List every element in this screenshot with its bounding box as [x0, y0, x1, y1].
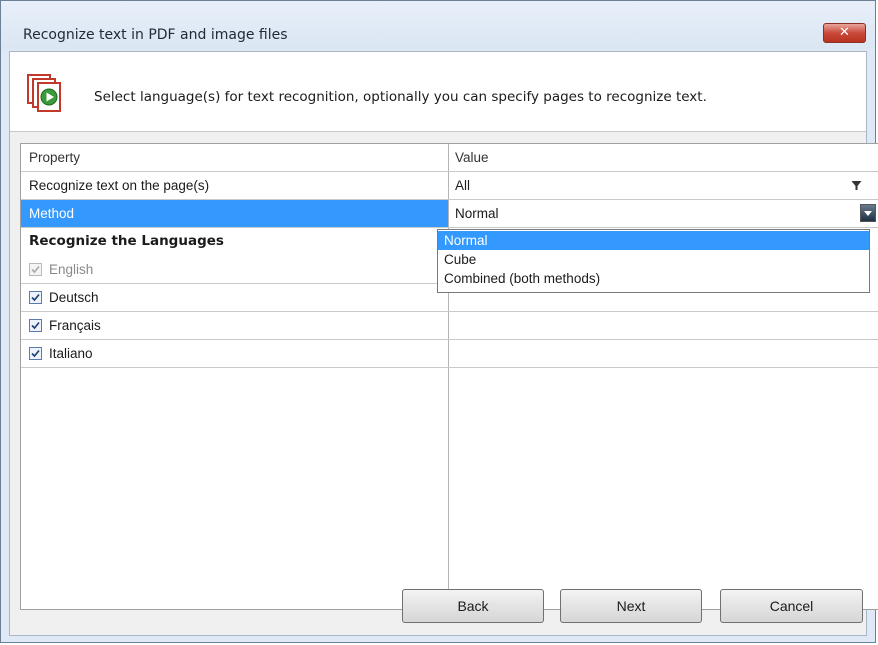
pages-label: Recognize text on the page(s) [29, 178, 210, 193]
method-dropdown-button[interactable] [860, 204, 876, 222]
chevron-down-icon [864, 211, 872, 216]
checkmark-icon [31, 349, 40, 358]
checkmark-icon [31, 321, 40, 330]
recognize-text-dialog: Recognize text in PDF and image files ✕ … [0, 0, 878, 643]
deutsch-label: Deutsch [49, 290, 99, 305]
title-bar: Recognize text in PDF and image files ✕ [1, 1, 875, 49]
language-row-italiano[interactable]: Italiano [21, 340, 878, 368]
language-row-english: English [21, 256, 449, 284]
method-option-combined[interactable]: Combined (both methods) [438, 269, 869, 288]
method-option-cube[interactable]: Cube [438, 250, 869, 269]
checkmark-icon [31, 293, 40, 302]
next-button[interactable]: Next [560, 589, 702, 623]
method-value[interactable]: Normal [455, 200, 855, 227]
languages-heading: Recognize the Languages [29, 233, 224, 249]
column-header-property: Property [29, 150, 81, 165]
back-button[interactable]: Back [402, 589, 544, 623]
language-row-francais[interactable]: Français [21, 312, 878, 340]
property-grid: Property Value Recognize text on the pag… [20, 143, 878, 610]
italiano-label: Italiano [49, 346, 93, 361]
deutsch-checkbox[interactable] [29, 291, 42, 304]
pages-value[interactable]: All [455, 172, 870, 199]
instruction-text: Select language(s) for text recognition,… [94, 89, 707, 105]
close-button[interactable]: ✕ [823, 23, 866, 43]
pages-row[interactable]: Recognize text on the page(s) All [21, 172, 878, 200]
method-dropdown-list: Normal Cube Combined (both methods) [437, 229, 870, 293]
column-header-value: Value [455, 150, 489, 165]
english-checkbox [29, 263, 42, 276]
francais-label: Français [49, 318, 101, 333]
checkmark-icon [31, 265, 40, 274]
pdf-pages-play-icon [27, 74, 61, 112]
method-combobox[interactable]: Normal [449, 200, 878, 227]
header-band: Select language(s) for text recognition,… [10, 52, 866, 132]
method-row[interactable]: Method Normal [21, 200, 878, 228]
francais-checkbox[interactable] [29, 319, 42, 332]
window-title: Recognize text in PDF and image files [23, 27, 288, 43]
dialog-body: Select language(s) for text recognition,… [9, 51, 878, 636]
method-label: Method [21, 200, 448, 227]
method-option-normal[interactable]: Normal [438, 231, 869, 250]
italiano-checkbox[interactable] [29, 347, 42, 360]
english-label: English [49, 262, 94, 277]
close-icon: ✕ [839, 25, 850, 40]
cancel-button[interactable]: Cancel [720, 589, 863, 623]
filter-icon[interactable] [851, 180, 862, 191]
grid-header-row: Property Value [21, 144, 878, 172]
